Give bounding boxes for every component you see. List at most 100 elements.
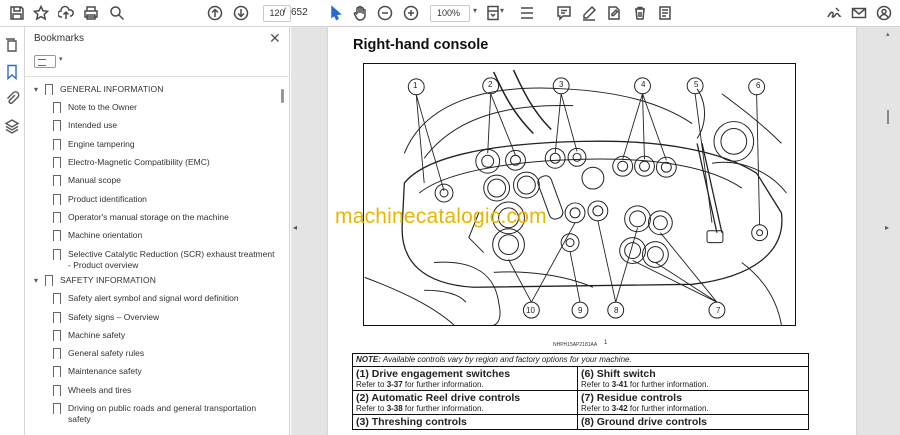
control-title: (1) Drive engagement switches [356, 368, 511, 380]
control-title: (3) Threshing controls [356, 416, 467, 428]
scroll-mode-icon[interactable] [518, 4, 536, 22]
print-icon[interactable] [82, 4, 100, 22]
panel-scrollbar[interactable] [281, 89, 284, 103]
document-scrollbar[interactable] [887, 110, 889, 124]
upload-icon[interactable] [57, 4, 75, 22]
hand-icon[interactable] [351, 4, 369, 22]
page-down-icon[interactable] [232, 4, 250, 22]
chevron-down-icon[interactable]: ▾ [500, 6, 504, 15]
bookmark-flag-icon [53, 330, 61, 344]
bookmark-item[interactable]: Electro-Magnetic Compatibility (EMC) [53, 157, 210, 175]
bookmark-item-general-information[interactable]: ▾ GENERAL INFORMATION [31, 84, 163, 102]
chevron-down-icon[interactable]: ▾ [59, 55, 63, 63]
page-link[interactable]: 3-41 [612, 380, 628, 389]
bookmark-item-safety-information[interactable]: ▾ SAFETY INFORMATION [31, 275, 156, 293]
edit-icon[interactable] [605, 4, 623, 22]
chevron-down-icon[interactable]: ▾ [473, 6, 477, 15]
save-icon[interactable] [8, 4, 26, 22]
account-icon[interactable] [875, 4, 893, 22]
bookmark-flag-icon [45, 275, 53, 289]
table-cell: (1) Drive engagement switches Refer to 3… [352, 366, 578, 391]
bookmark-item[interactable]: Maintenance safety [53, 366, 142, 384]
bookmark-item[interactable]: Machine orientation [53, 230, 142, 248]
page-link[interactable]: 3-37 [387, 380, 403, 389]
highlight-pen-icon[interactable] [580, 4, 598, 22]
chevron-down-icon[interactable]: ▾ [31, 275, 41, 286]
bookmark-options-icon[interactable] [34, 55, 56, 68]
bookmarks-panel: Bookmarks ✕ ▾ ▾ GENERAL INFORMATION Note … [25, 27, 290, 435]
callout-8: 8 [614, 306, 619, 315]
chevron-down-icon[interactable]: ▾ [31, 84, 41, 95]
bookmark-item[interactable]: Product identification [53, 194, 147, 212]
note-cell: NOTE: Available controls vary by region … [352, 353, 809, 367]
page-number-input[interactable]: 120 [263, 5, 291, 22]
bookmark-icon[interactable] [4, 64, 20, 81]
table-row: (1) Drive engagement switches Refer to 3… [352, 366, 809, 391]
pages-icon[interactable] [4, 37, 20, 53]
table-row: (3) Threshing controls (8) Ground drive … [352, 414, 809, 430]
callout-1: 1 [413, 81, 418, 90]
zoom-out-icon[interactable] [376, 4, 394, 22]
bookmark-item[interactable]: Operator's manual storage on the machine [53, 212, 229, 230]
bookmark-flag-icon [53, 348, 61, 362]
control-reference: Refer to 3-38 for further information. [356, 404, 484, 413]
scroll-up-icon[interactable]: ▴ [886, 30, 890, 38]
bookmark-flag-icon [53, 157, 61, 171]
expand-panel-icon[interactable]: ▸ [885, 223, 889, 232]
comment-icon[interactable] [555, 4, 573, 22]
email-icon[interactable] [850, 4, 868, 22]
bookmark-flag-icon [53, 102, 61, 116]
zoom-in-icon[interactable] [402, 4, 420, 22]
layers-icon[interactable] [4, 118, 20, 134]
control-title: (8) Ground drive controls [581, 416, 708, 428]
table-cell: (6) Shift switch Refer to 3-41 for furth… [577, 366, 809, 391]
page-tool-icon[interactable] [656, 4, 674, 22]
note-row: NOTE: Available controls vary by region … [352, 353, 809, 367]
page-link[interactable]: 3-42 [612, 404, 628, 413]
sign-icon[interactable] [825, 4, 843, 22]
main-toolbar: 120 / 652 100% ▾ ▾ [0, 0, 900, 27]
navigation-rail [0, 27, 25, 435]
bookmark-flag-icon [53, 293, 61, 307]
page-up-icon[interactable] [206, 4, 224, 22]
bookmark-item[interactable]: Selective Catalytic Reduction (SCR) exha… [53, 249, 275, 273]
callout-10: 10 [526, 306, 535, 315]
note-text: Available controls vary by region and fa… [380, 355, 632, 364]
close-icon[interactable]: ✕ [269, 30, 281, 47]
bookmark-item[interactable]: Engine tampering [53, 139, 135, 157]
bookmark-flag-icon [53, 139, 61, 153]
callout-5: 5 [694, 80, 699, 89]
bookmark-item[interactable]: Wheels and tires [53, 385, 131, 403]
bookmark-flag-icon [53, 366, 61, 380]
bookmark-flag-icon [53, 312, 61, 326]
control-reference: Refer to 3-42 for further information. [581, 404, 709, 413]
bookmark-item[interactable]: Intended use [53, 120, 117, 138]
figure-code: NHPH15AP2181AA [553, 342, 598, 348]
table-cell: (8) Ground drive controls [577, 414, 809, 430]
bookmark-star-icon[interactable] [32, 4, 50, 22]
bookmark-item[interactable]: Safety signs – Overview [53, 312, 159, 330]
control-reference: Refer to 3-37 for further information. [356, 380, 484, 389]
collapse-panel-icon[interactable]: ◂ [293, 223, 297, 232]
console-diagram: 1 2 3 4 5 6 7 8 9 10 [363, 63, 796, 326]
bookmark-item[interactable]: Note to the Owner [53, 102, 137, 120]
control-reference: Refer to 3-41 for further information. [581, 380, 709, 389]
bookmark-item[interactable]: General safety rules [53, 348, 144, 366]
attachment-icon[interactable] [4, 90, 20, 106]
callout-6: 6 [756, 81, 761, 90]
bookmark-item[interactable]: Machine safety [53, 330, 125, 348]
search-icon[interactable] [108, 4, 126, 22]
delete-icon[interactable] [631, 4, 649, 22]
zoom-level-select[interactable]: 100% [430, 5, 470, 22]
bookmark-item[interactable]: Driving on public roads and general tran… [53, 403, 258, 427]
controls-table: NOTE: Available controls vary by region … [352, 353, 809, 430]
control-title: (7) Residue controls [581, 392, 682, 404]
page-link[interactable]: 3-38 [387, 404, 403, 413]
bookmark-item[interactable]: Manual scope [53, 175, 121, 193]
bookmark-item[interactable]: Safety alert symbol and signal word defi… [53, 293, 239, 311]
select-cursor-icon[interactable] [327, 4, 345, 22]
figure-number: 1 [604, 340, 608, 346]
bookmark-flag-icon [53, 194, 61, 208]
callout-2: 2 [488, 80, 493, 89]
table-cell: (3) Threshing controls [352, 414, 578, 430]
